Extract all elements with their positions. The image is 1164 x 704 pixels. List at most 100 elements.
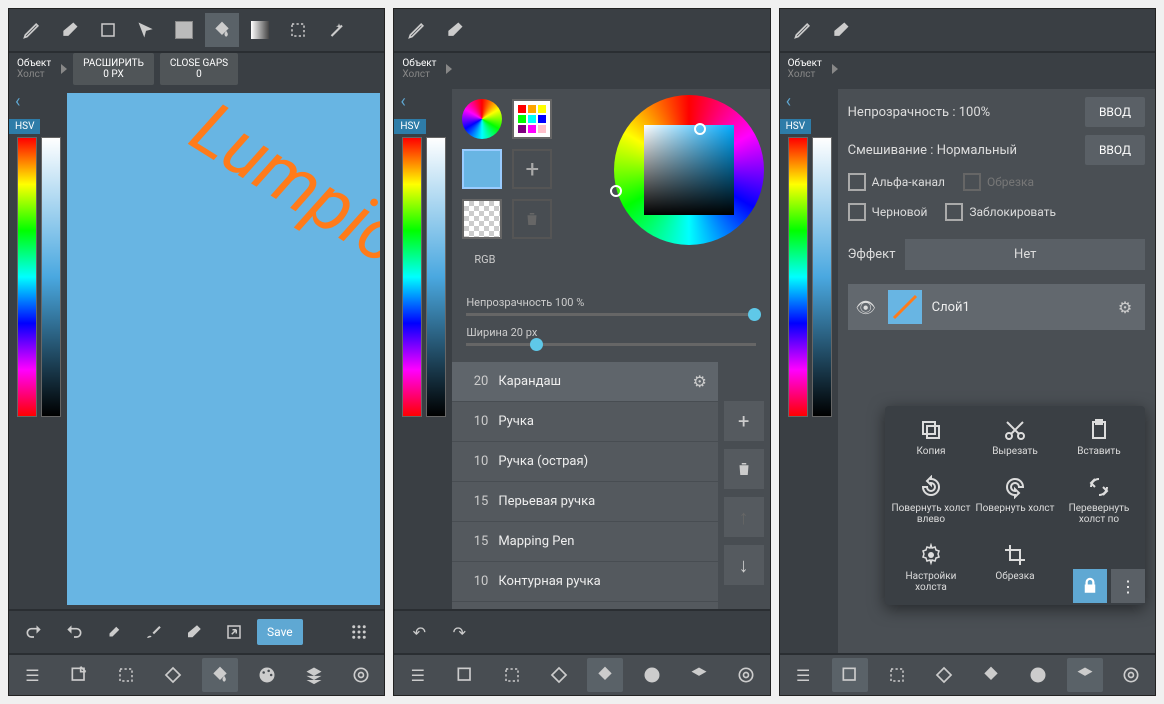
move-icon[interactable] [129,13,163,47]
close-gaps-chip[interactable]: CLOSE GAPS 0 [160,53,238,85]
delete-brush-button[interactable] [724,449,764,489]
tab-group[interactable]: Объект Холст [13,53,55,85]
brush-row[interactable]: 10Контурная ручка [452,562,717,602]
select-icon[interactable] [281,13,315,47]
menu-icon[interactable]: ☰ [400,658,436,692]
gray-swatch[interactable] [167,13,201,47]
saturation-slider[interactable] [812,137,832,417]
eraser-icon[interactable] [824,13,858,47]
rotate-nav-icon[interactable] [541,658,577,692]
bucket-icon[interactable] [205,13,239,47]
brush-row[interactable]: 15Mapping Pen [452,522,717,562]
select-nav-icon[interactable] [494,658,530,692]
width-slider[interactable] [466,343,755,346]
wand-icon[interactable] [319,13,353,47]
eraser-icon[interactable] [53,13,87,47]
opacity-slider[interactable] [466,313,755,316]
brush-row[interactable]: 15Перьевая ручка [452,482,717,522]
effect-button[interactable]: Нет [905,239,1145,270]
move-down-button[interactable]: ↓ [724,545,764,585]
brush-list[interactable]: 20Карандаш⚙10Ручка10Ручка (острая)15Перь… [452,362,717,609]
tab-object[interactable]: Объект [17,58,51,69]
add-brush-button[interactable]: + [724,401,764,441]
color-wheel[interactable] [614,95,764,245]
save-button[interactable]: Save [257,619,303,645]
palette-nav-icon[interactable] [634,658,670,692]
target-nav-icon[interactable] [343,658,379,692]
crop-action[interactable]: Обрезка [975,543,1055,593]
hsv-badge[interactable]: HSV [9,119,40,134]
select-nav-icon[interactable] [108,658,144,692]
tab-canvas[interactable]: Холст [788,69,822,80]
eyedropper-icon[interactable] [97,615,131,649]
draft-checkbox[interactable]: Черновой [848,203,928,221]
move-up-button[interactable]: ↑ [724,497,764,537]
lock-button[interactable] [1073,569,1107,603]
menu-icon[interactable]: ☰ [785,658,821,692]
eraser-icon[interactable] [438,13,472,47]
palette-nav-icon[interactable] [1020,658,1056,692]
delete-swatch-icon[interactable] [512,199,552,239]
blend-enter-button[interactable]: ВВОД [1085,135,1145,165]
undo-icon[interactable]: ↶ [402,615,436,649]
tab-group[interactable]: Объект Холст [784,53,826,85]
brush-icon[interactable] [137,615,171,649]
new-icon[interactable] [447,658,483,692]
visibility-icon[interactable]: 👁 [854,298,878,317]
hsv-badge[interactable]: HSV [780,119,811,134]
drawing-canvas[interactable]: Lumpics [67,93,380,605]
brush-row[interactable]: 10Ручка [452,402,717,442]
copy-action[interactable]: Копия [891,418,971,457]
more-button[interactable]: ⋮ [1111,569,1145,603]
shape-icon[interactable] [91,13,125,47]
tab-canvas[interactable]: Холст [402,69,436,80]
pencil-icon[interactable] [400,13,434,47]
hue-slider[interactable] [788,137,808,417]
layer-settings-icon[interactable]: ⚙ [1111,298,1139,317]
hue-slider[interactable] [17,137,37,417]
cut-action[interactable]: Вырезать [975,418,1055,457]
target-nav-icon[interactable] [728,658,764,692]
lock-checkbox[interactable]: Заблокировать [945,203,1056,221]
add-swatch-button[interactable]: + [512,149,552,189]
palette-swatch[interactable] [512,99,552,139]
undo-icon[interactable] [17,615,51,649]
bucket-nav-icon[interactable] [587,658,623,692]
alpha-checkbox[interactable]: Альфа-канал [848,173,945,191]
brush-row[interactable]: 10Ручка (острая) [452,442,717,482]
paste-action[interactable]: Вставить [1059,418,1139,457]
redo-icon[interactable] [57,615,91,649]
rotate-left-action[interactable]: Повернуть холст влево [891,475,971,525]
menu-icon[interactable]: ☰ [14,658,50,692]
hsv-badge[interactable]: HSV [394,119,425,134]
saturation-slider[interactable] [426,137,446,417]
layers-nav-icon[interactable] [296,658,332,692]
pencil-icon[interactable] [786,13,820,47]
rotate-nav-icon[interactable] [926,658,962,692]
tab-object[interactable]: Объект [788,58,822,69]
transparent-swatch[interactable] [462,199,502,239]
new-icon[interactable] [61,658,97,692]
back-icon[interactable]: ‹ [786,91,791,112]
back-icon[interactable]: ‹ [400,91,405,112]
tab-group[interactable]: Объект Холст [398,53,440,85]
hue-slider[interactable] [402,137,422,417]
select-nav-icon[interactable] [879,658,915,692]
grid-icon[interactable] [342,615,376,649]
colorwheel-swatch[interactable] [462,99,502,139]
expand-chip[interactable]: РАСШИРИТЬ 0 PX [73,53,154,85]
brush-settings-icon[interactable]: ⚙ [682,372,718,391]
new-icon[interactable] [832,658,868,692]
rgb-label[interactable]: RGB [462,249,552,270]
rotate-action[interactable]: Повернуть холст [975,475,1055,525]
target-nav-icon[interactable] [1113,658,1149,692]
tab-canvas[interactable]: Холст [17,69,51,80]
bucket-nav-icon[interactable] [202,658,238,692]
current-color-swatch[interactable] [462,149,502,189]
layers-nav-icon[interactable] [1067,658,1103,692]
layer-item[interactable]: 👁 Слой1 ⚙ [848,284,1145,330]
flip-action[interactable]: Перевернуть холст по [1059,475,1139,525]
eraser-small-icon[interactable] [177,615,211,649]
palette-nav-icon[interactable] [249,658,285,692]
brush-row[interactable]: 20Карандаш⚙ [452,362,717,402]
